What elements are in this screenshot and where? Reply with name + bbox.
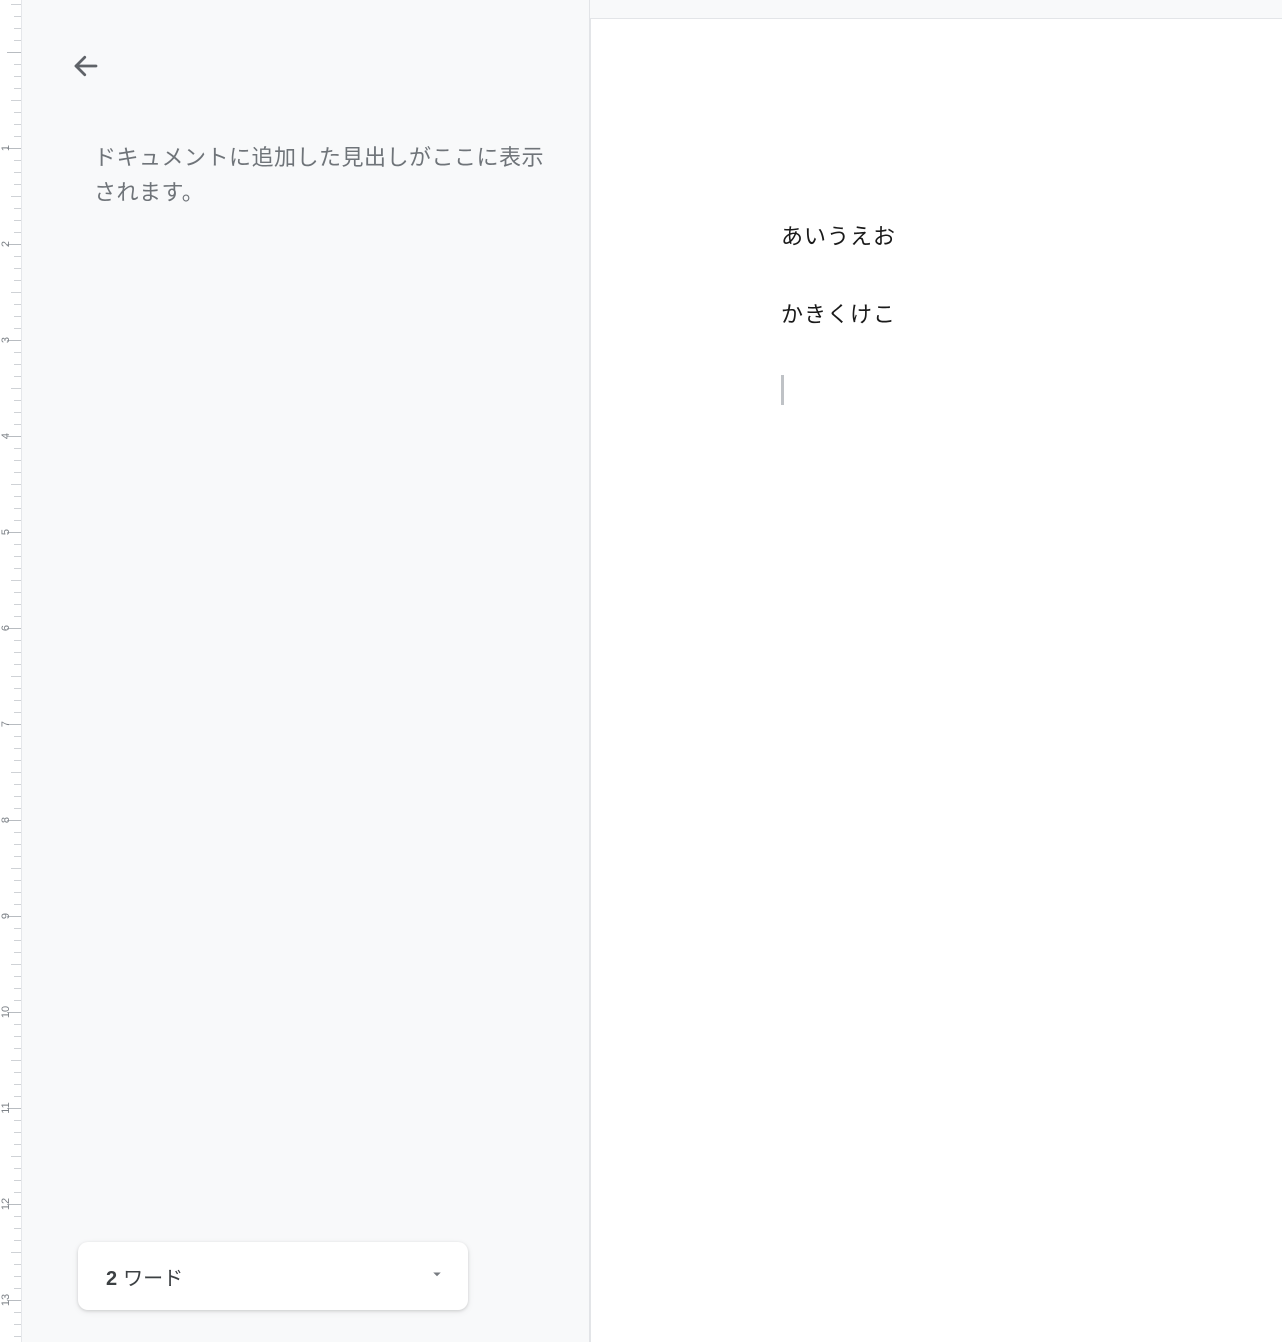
ruler-unit: 8 [0, 820, 21, 916]
arrow-left-icon [71, 51, 101, 86]
ruler-unit: 10 [0, 1012, 21, 1108]
ruler-unit [0, 52, 21, 148]
ruler-unit: 1 [0, 148, 21, 244]
ruler-unit: 1 [0, 0, 21, 52]
ruler-unit: 13 [0, 1300, 21, 1342]
ruler-unit: 4 [0, 436, 21, 532]
document-line[interactable]: かきくけこ [781, 297, 1282, 329]
ruler-unit: 5 [0, 532, 21, 628]
ruler-unit: 9 [0, 916, 21, 1012]
outline-panel: ドキュメントに追加した見出しがここに表示されます。 2ワード [22, 0, 590, 1342]
vertical-ruler: 21123456789101112131415 [0, 0, 22, 1342]
ruler-unit: 7 [0, 724, 21, 820]
ruler-unit: 12 [0, 1204, 21, 1300]
close-outline-button[interactable] [62, 44, 110, 92]
outline-empty-message: ドキュメントに追加した見出しがここに表示されます。 [94, 140, 549, 210]
document-canvas[interactable]: あいうえお かきくけこ [590, 0, 1282, 1342]
document-page[interactable]: あいうえお かきくけこ [590, 18, 1282, 1342]
word-count-dropdown[interactable]: 2ワード [78, 1242, 468, 1310]
text-cursor [781, 375, 784, 405]
chevron-down-icon [428, 1265, 446, 1288]
document-line[interactable]: あいうえお [781, 219, 1282, 251]
ruler-unit: 11 [0, 1108, 21, 1204]
ruler-unit: 6 [0, 628, 21, 724]
ruler-unit: 2 [0, 244, 21, 340]
word-count-label: 2ワード [106, 1262, 183, 1291]
ruler-unit: 3 [0, 340, 21, 436]
